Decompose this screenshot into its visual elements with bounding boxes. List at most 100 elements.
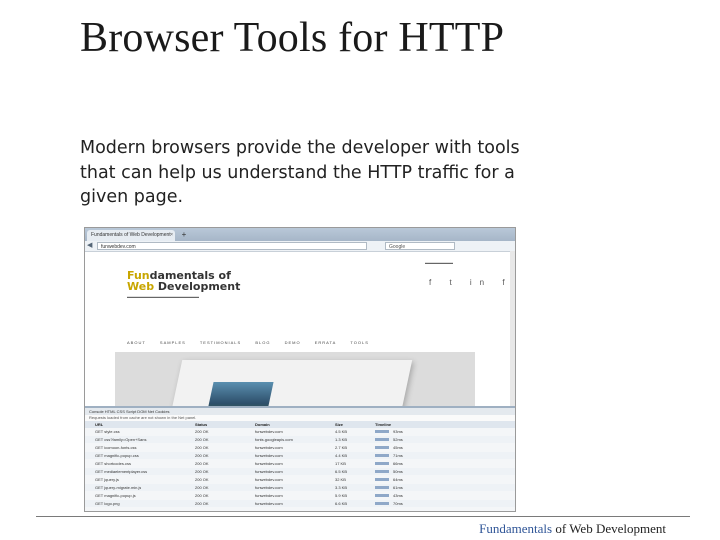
site-nav-item[interactable]: TESTIMONIALS	[200, 340, 241, 345]
site-nav-item[interactable]: SAMPLES	[160, 340, 186, 345]
network-cell: 200 OK	[195, 493, 209, 498]
timeline-bar	[375, 494, 389, 497]
network-cell: 5.9 KB	[335, 493, 348, 498]
browser-tab-title: Fundamentals of Web Development	[91, 232, 171, 238]
logo-highlight-2: Web	[127, 280, 155, 293]
site-nav-item[interactable]: ABOUT	[127, 340, 146, 345]
footer-text: of Web Development	[552, 521, 666, 536]
devtools-panel: Console HTML CSS Script DOM Net Cookies …	[85, 406, 515, 511]
network-cell: funwebdev.com	[255, 469, 283, 474]
network-cell: GET icomoon-fonts.css	[95, 445, 137, 450]
network-cell: 4.5 KB	[335, 429, 348, 434]
site-nav-item[interactable]: TOOLS	[350, 340, 369, 345]
timeline-value: 93ms	[393, 429, 403, 434]
network-cell: 17 KB	[335, 461, 346, 466]
back-arrow-icon[interactable]: ◀	[87, 242, 92, 250]
site-nav-item[interactable]: DEMO	[285, 340, 301, 345]
timeline-bar	[375, 462, 389, 465]
column-status[interactable]: Status	[195, 421, 207, 428]
slide-body-text: Modern browsers provide the developer wi…	[80, 138, 520, 207]
site-nav-item[interactable]: ERRATA	[315, 340, 337, 345]
network-row[interactable]: GET jquery-migrate.min.js 200 OK funwebdev…	[85, 484, 515, 491]
network-row[interactable]: GET style.css 200 OK funwebdev.com 4.5 KB 93…	[85, 428, 515, 435]
network-cell: GET magnific-popup.js	[95, 493, 136, 498]
social-icons[interactable]: f t in fr	[429, 278, 515, 287]
network-cell: 200 OK	[195, 485, 209, 490]
page-scrollbar[interactable]	[510, 251, 515, 406]
network-cell: funwebdev.com	[255, 493, 283, 498]
network-row[interactable]: GET magnific-popup.js 200 OK funwebdev.com…	[85, 492, 515, 499]
network-row[interactable]: GET css?family=Open+Sans 200 OK fonts.goog…	[85, 436, 515, 443]
site-nav-item[interactable]: BLOG	[255, 340, 270, 345]
timeline-bar	[375, 478, 389, 481]
network-cell: 200 OK	[195, 429, 209, 434]
network-cell: 200 OK	[195, 461, 209, 466]
timeline-bar	[375, 470, 389, 473]
timeline-value: 52ms	[393, 437, 403, 442]
network-row[interactable]: GET shortcodes.css 200 OK funwebdev.com 17 …	[85, 460, 515, 467]
network-cell: 2.7 KB	[335, 445, 348, 450]
timeline-value: 71ms	[393, 453, 403, 458]
tab-close-icon[interactable]: ×	[170, 230, 173, 241]
footer-divider	[36, 516, 690, 517]
network-cell: GET jquery.js	[95, 477, 119, 482]
network-row[interactable]: GET magnific-popup.css 200 OK funwebdev.co…	[85, 452, 515, 459]
network-cell: 200 OK	[195, 445, 209, 450]
browser-screenshot: Fundamentals of Web Development × + ◀ fu…	[84, 227, 516, 512]
network-cell: 32 KB	[335, 477, 346, 482]
timeline-bar	[375, 502, 389, 505]
timeline-value: 50ms	[393, 469, 403, 474]
network-cell: funwebdev.com	[255, 445, 283, 450]
website-content: ▬▬▬▬▬▬▬ Fundamentals of Web Development …	[115, 252, 515, 434]
site-tagline: ▬▬▬▬▬▬▬▬▬▬▬▬▬▬▬▬▬▬	[127, 294, 199, 299]
devtools-toolbar[interactable]: Console HTML CSS Script DOM Net Cookies	[85, 408, 515, 415]
network-cell: GET shortcodes.css	[95, 461, 131, 466]
browser-tab[interactable]: Fundamentals of Web Development ×	[87, 230, 175, 241]
column-domain[interactable]: Domain	[255, 421, 270, 428]
footer-highlight: Fundamentals	[479, 521, 553, 536]
timeline-bar	[375, 438, 389, 441]
logo-text-2: Development	[154, 280, 241, 293]
network-cell: GET magnific-popup.css	[95, 453, 139, 458]
timeline-bar	[375, 446, 389, 449]
network-row[interactable]: GET mediaelementplayer.css 200 OK funwebde…	[85, 468, 515, 475]
browser-nav-bar: ◀ funwebdev.com Google	[85, 241, 515, 252]
network-cell: 200 OK	[195, 469, 209, 474]
network-cell: funwebdev.com	[255, 461, 283, 466]
network-cell: funwebdev.com	[255, 429, 283, 434]
site-logo-line-2[interactable]: Web Development	[127, 280, 240, 293]
browser-tab-bar: Fundamentals of Web Development × +	[85, 228, 515, 241]
network-cell: 200 OK	[195, 437, 209, 442]
network-cell: fonts.googleapis.com	[255, 437, 293, 442]
search-box[interactable]: Google	[385, 242, 455, 250]
column-size[interactable]: Size	[335, 421, 343, 428]
network-cell: 200 OK	[195, 501, 209, 506]
timeline-value: 43ms	[393, 493, 403, 498]
network-cell: 1.3 KB	[335, 437, 348, 442]
site-nav: ABOUT SAMPLES TESTIMONIALS BLOG DEMO ERR…	[127, 340, 381, 345]
address-bar[interactable]: funwebdev.com	[97, 242, 367, 250]
timeline-bar	[375, 454, 389, 457]
timeline-value: 66ms	[393, 461, 403, 466]
network-row[interactable]: GET logo.png 200 OK funwebdev.com 6.6 KB 70m…	[85, 500, 515, 507]
column-timeline[interactable]: Timeline	[375, 421, 391, 428]
network-cell: funwebdev.com	[255, 477, 283, 482]
network-cell: 200 OK	[195, 453, 209, 458]
timeline-value: 64ms	[393, 477, 403, 482]
network-cell: GET css?family=Open+Sans	[95, 437, 147, 442]
network-cell: funwebdev.com	[255, 501, 283, 506]
network-cell: 6.6 KB	[335, 501, 348, 506]
new-tab-icon[interactable]: +	[179, 230, 189, 240]
site-top-info: ▬▬▬▬▬▬▬	[425, 260, 453, 265]
network-cell: 4.4 KB	[335, 453, 348, 458]
network-row[interactable]: GET icomoon-fonts.css 200 OK funwebdev.com…	[85, 444, 515, 451]
network-row[interactable]: GET jquery.js 200 OK funwebdev.com 32 KB 64m…	[85, 476, 515, 483]
column-url[interactable]: URL	[95, 421, 103, 428]
network-cell: GET logo.png	[95, 501, 120, 506]
timeline-value: 45ms	[393, 445, 403, 450]
network-table-header: URL Status Domain Size Timeline	[85, 421, 515, 428]
timeline-value: 61ms	[393, 485, 403, 490]
network-cell: funwebdev.com	[255, 485, 283, 490]
slide-footer: Fundamentals of Web Development	[479, 521, 666, 537]
timeline-bar	[375, 486, 389, 489]
